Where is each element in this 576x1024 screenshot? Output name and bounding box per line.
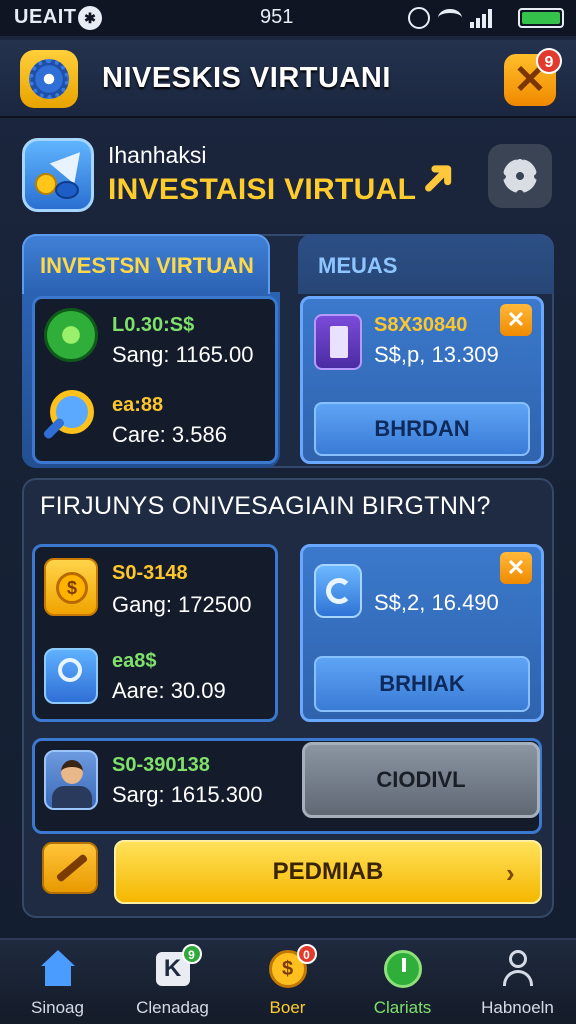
tab-investsn-label: INVESTSN VIRTUAN bbox=[40, 253, 254, 278]
manager-value: S0-390138 bbox=[112, 754, 210, 776]
tab-meuas-label: MEUAS bbox=[318, 253, 398, 278]
refresh-icon bbox=[44, 308, 98, 362]
card-value: ea:88 bbox=[112, 394, 164, 416]
app-logo-icon bbox=[22, 138, 94, 212]
notification-icon: ✱ bbox=[78, 6, 102, 30]
nav-label: Sinoag bbox=[31, 998, 84, 1017]
nav-item-coin[interactable]: $ 0 Boer bbox=[230, 944, 345, 1022]
nav-label: Habnoeln bbox=[481, 998, 554, 1017]
card-stat: Sang: 1165.00 bbox=[112, 342, 254, 367]
nav-item-home[interactable]: Sinoag bbox=[0, 944, 115, 1022]
asset-stat: Aare: 30.09 bbox=[112, 678, 226, 703]
battery-icon bbox=[518, 8, 564, 28]
card-value: L0.30:S$ bbox=[112, 314, 195, 336]
card-stat: Care: 3.586 bbox=[112, 422, 227, 447]
nav-item-profile[interactable]: Habnoeln bbox=[460, 944, 575, 1022]
offer-value: S8X30840 bbox=[374, 314, 468, 336]
dismiss-icon[interactable]: ✕ bbox=[500, 552, 532, 584]
nav-label: Clariats bbox=[373, 998, 432, 1017]
settings-button[interactable] bbox=[488, 144, 552, 208]
status-time: 951 bbox=[260, 6, 294, 28]
nav-label: Boer bbox=[269, 998, 306, 1017]
alarm-icon bbox=[408, 7, 430, 29]
magnifier-icon bbox=[42, 390, 98, 444]
status-icons bbox=[408, 5, 492, 31]
nav-item-chart[interactable]: K 9 Clenadag bbox=[115, 944, 230, 1022]
cta-button[interactable]: PEDMIAB bbox=[114, 840, 542, 904]
home-icon bbox=[37, 948, 79, 990]
coin-icon: $ bbox=[44, 558, 98, 616]
avatar bbox=[44, 750, 98, 810]
carrier-label: UEAIT bbox=[14, 6, 77, 28]
wifi-icon bbox=[438, 9, 462, 27]
gear-icon bbox=[503, 159, 537, 193]
header-title: NIVESKIS VIRTUANI bbox=[102, 62, 391, 94]
search-icon bbox=[44, 648, 98, 704]
asset-value: S0-3148 bbox=[112, 562, 188, 584]
close-badge: 9 bbox=[536, 48, 562, 74]
offer-price: S$,2, 16.490 bbox=[374, 590, 499, 615]
profile-icon bbox=[497, 948, 539, 990]
coin-icon: $ 0 bbox=[267, 944, 317, 990]
clock-icon bbox=[382, 948, 424, 990]
dismiss-icon[interactable]: ✕ bbox=[500, 304, 532, 336]
brhiak-button[interactable]: BRHIAK bbox=[314, 656, 530, 712]
gear-icon bbox=[29, 59, 69, 99]
signal-icon bbox=[470, 8, 492, 28]
app-title: INVESTAISI VIRTUAL bbox=[108, 173, 417, 206]
nav-badge: 9 bbox=[181, 944, 202, 964]
nav-label: Clenadag bbox=[136, 998, 209, 1017]
panel-question: FIRJUNYS ONIVESAGIAIN BIRGTNN? bbox=[40, 492, 491, 520]
nav-item-clock[interactable]: Clariats bbox=[345, 944, 460, 1022]
asset-value: ea8$ bbox=[112, 650, 157, 672]
manager-stat: Sarg: 1615.300 bbox=[112, 782, 263, 807]
document-icon bbox=[314, 314, 362, 370]
chevron-right-icon: › bbox=[506, 858, 515, 888]
asset-stat: Gang: 172500 bbox=[112, 592, 252, 617]
sync-icon bbox=[314, 564, 362, 618]
nav-badge: 0 bbox=[296, 944, 317, 964]
ciodivl-button[interactable]: CIODIVL bbox=[302, 742, 540, 818]
settings-gear-button[interactable] bbox=[20, 50, 78, 108]
buy-button[interactable]: BHRDAN bbox=[314, 402, 530, 456]
app-subtitle: Ihanhaksi bbox=[108, 142, 207, 168]
tools-icon bbox=[42, 842, 98, 894]
offer-price: S$,p, 13.309 bbox=[374, 342, 499, 367]
chart-icon: K 9 bbox=[152, 944, 202, 990]
